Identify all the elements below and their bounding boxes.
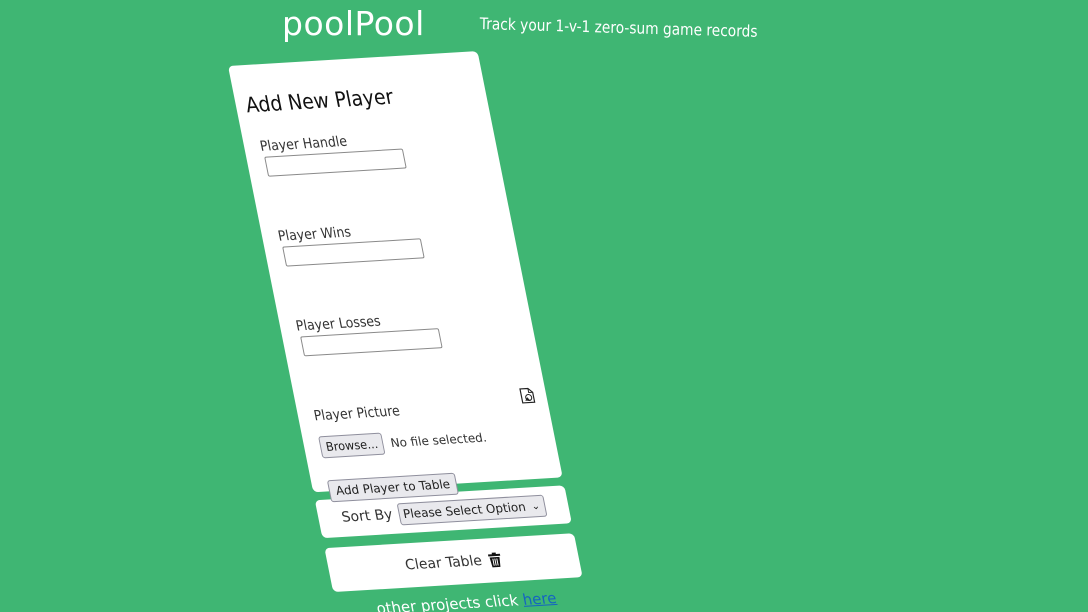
footer-text: other projects click <box>374 591 520 612</box>
footer-note: other projects click here <box>375 587 596 612</box>
picture-field: Player Picture Browse... No file selecte… <box>307 395 547 459</box>
sort-selected-value: Please Select Option <box>401 499 528 522</box>
sort-select[interactable]: Please Select Option ⌄ <box>396 494 548 526</box>
wins-field: Player Wins <box>271 215 508 267</box>
tagline: Track your 1-v-1 zero-sum game records <box>479 14 758 41</box>
form-title: Add New Player <box>243 84 396 118</box>
browse-button[interactable]: Browse... <box>318 432 386 459</box>
trash-icon <box>487 552 501 568</box>
clear-table-button[interactable]: Clear Table <box>324 533 583 593</box>
footer-link[interactable]: here <box>521 589 558 609</box>
file-picker: Browse... No file selected. <box>318 423 546 459</box>
add-player-form: Add New Player Player Handle Player Wins… <box>228 51 563 503</box>
page: poolPool Track your 1-v-1 zero-sum game … <box>0 0 1088 612</box>
sort-label: Sort By <box>340 506 394 526</box>
sidebar: Add New Player Player Handle Player Wins… <box>228 51 596 612</box>
chevron-down-icon: ⌄ <box>530 500 541 512</box>
clear-table-label: Clear Table <box>403 552 484 574</box>
file-status: No file selected. <box>389 430 488 451</box>
picture-label: Player Picture <box>312 403 402 425</box>
image-file-icon <box>519 387 536 404</box>
brand-logo: poolPool <box>282 4 425 43</box>
losses-field: Player Losses <box>289 305 526 357</box>
handle-field: Player Handle <box>253 126 490 178</box>
